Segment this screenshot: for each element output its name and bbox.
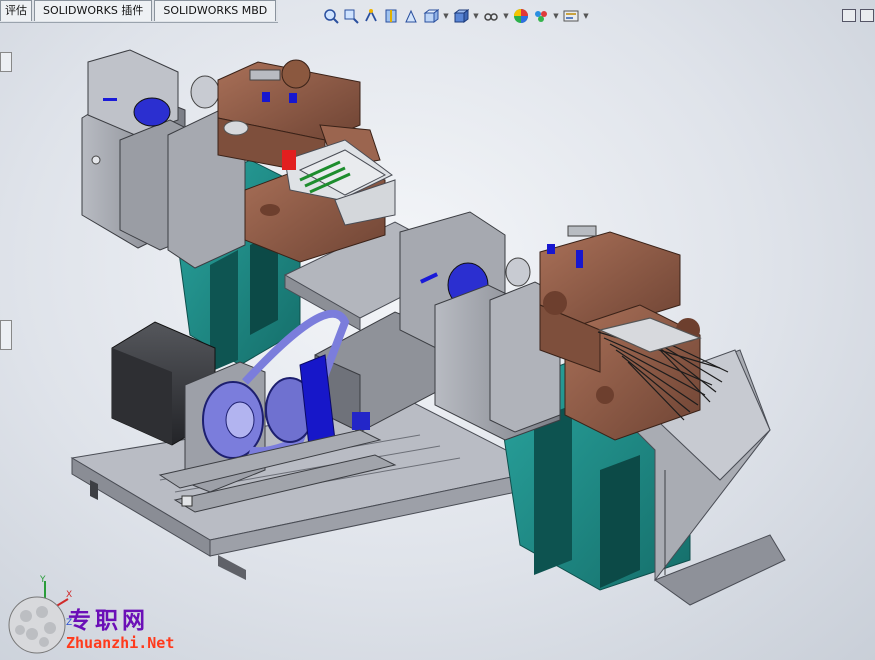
tab-solidworks-addins[interactable]: SOLIDWORKS 插件 [34, 0, 153, 21]
hide-show-dropdown[interactable]: ▼ [502, 7, 510, 25]
view-settings-dropdown[interactable]: ▼ [582, 7, 590, 25]
tab-evaluate[interactable]: 评估 [0, 0, 32, 21]
apply-scene-icon[interactable] [532, 7, 550, 25]
collapse-panel-icon[interactable] [842, 9, 856, 22]
restore-window-icon[interactable] [860, 9, 874, 22]
triad-y-label: Y [39, 575, 46, 585]
command-manager-tabs: 评估 SOLIDWORKS 插件 SOLIDWORKS MBD [0, 0, 279, 23]
apply-scene-dropdown[interactable]: ▼ [552, 7, 560, 25]
previous-view-icon[interactable] [362, 7, 380, 25]
view-orientation-icon[interactable] [422, 7, 440, 25]
hide-show-items-icon[interactable] [482, 7, 500, 25]
graphics-viewport[interactable]: 评估 SOLIDWORKS 插件 SOLIDWORKS MBD ▼ ▼ ▼ ▼ … [0, 0, 875, 660]
edit-appearance-icon[interactable] [512, 7, 530, 25]
zoom-to-fit-icon[interactable] [322, 7, 340, 25]
display-style-dropdown[interactable]: ▼ [472, 7, 480, 25]
watermark-title: 专职网 [68, 608, 149, 634]
section-view-icon[interactable] [382, 7, 400, 25]
zoom-to-area-icon[interactable] [342, 7, 360, 25]
feature-manager-handle[interactable] [0, 52, 12, 72]
watermark-logo [6, 594, 68, 660]
tab-solidworks-mbd[interactable]: SOLIDWORKS MBD [154, 0, 277, 21]
view-orientation-dropdown[interactable]: ▼ [442, 7, 450, 25]
watermark-url: Zhuanzhi.Net [66, 634, 175, 652]
dynamic-annotation-icon[interactable] [402, 7, 420, 25]
display-style-icon[interactable] [452, 7, 470, 25]
assembly-model[interactable] [0, 0, 875, 660]
heads-up-view-toolbar: ▼ ▼ ▼ ▼ ▼ [322, 6, 590, 26]
panel-expand-handle[interactable] [0, 320, 12, 350]
view-settings-icon[interactable] [562, 7, 580, 25]
